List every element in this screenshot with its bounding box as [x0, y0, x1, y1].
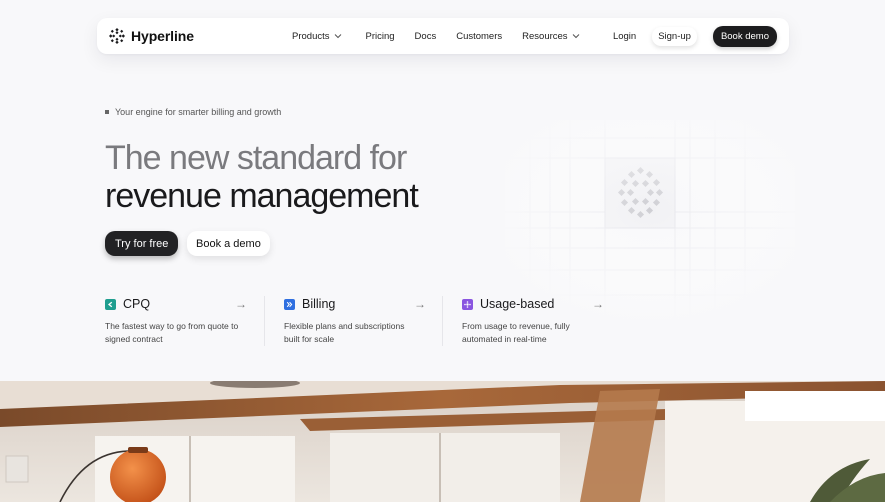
headline-line-2: revenue management: [105, 177, 419, 215]
feature-title: CPQ: [123, 297, 151, 311]
hyperline-logo-icon: [109, 28, 125, 44]
nav-links: Products Pricing Docs Customers Resource…: [292, 18, 580, 54]
eyebrow-text: Your engine for smarter billing and grow…: [115, 107, 282, 117]
nav-item-label: Pricing: [365, 30, 395, 42]
arrow-right-icon: →: [592, 297, 604, 311]
feature-title: Usage-based: [480, 297, 555, 311]
feature-header: Billing →: [284, 296, 429, 312]
square-bullet-icon: [105, 110, 109, 114]
feature-description-line: signed contract: [105, 333, 163, 344]
feature-divider: [442, 296, 443, 346]
try-for-free-button[interactable]: Try for free: [105, 231, 179, 256]
login-link[interactable]: Login: [613, 31, 636, 42]
nav-item-customers[interactable]: Customers: [456, 31, 502, 42]
feature-usage-based[interactable]: Usage-based → From usage to revenue, ful…: [462, 296, 607, 345]
hero-headline: The new standard for revenue management: [105, 139, 525, 215]
feature-description: The fastest way to go from quote to sign…: [105, 320, 250, 345]
feature-description-line: built for scale: [284, 333, 335, 344]
signup-button[interactable]: Sign-up: [652, 26, 697, 46]
feature-divider: [264, 296, 265, 346]
nav-item-products[interactable]: Products: [292, 31, 342, 42]
feature-billing[interactable]: Billing → Flexible plans and subscriptio…: [284, 296, 429, 345]
arrow-right-icon: →: [235, 297, 247, 311]
feature-description-line: From usage to revenue, fully: [462, 321, 570, 331]
feature-header: CPQ →: [105, 296, 250, 312]
arrow-right-icon: →: [414, 297, 426, 311]
nav-actions: Login Sign-up Book demo: [613, 18, 777, 54]
decorative-grid-graphic: [505, 120, 795, 320]
hero-eyebrow: Your engine for smarter billing and grow…: [105, 107, 281, 117]
feature-cpq[interactable]: CPQ → The fastest way to go from quote t…: [105, 296, 250, 345]
nav-item-label: Products: [292, 30, 330, 42]
brand-logo[interactable]: Hyperline: [109, 28, 194, 44]
chevron-down-icon: [572, 34, 579, 39]
top-navbar: Hyperline Products Pricing Docs Customer…: [97, 18, 789, 54]
book-demo-button[interactable]: Book demo: [712, 25, 777, 47]
hero-interior-photo: [0, 381, 885, 502]
nav-item-pricing[interactable]: Pricing: [366, 31, 395, 42]
feature-description-line: automated in real-time: [462, 333, 547, 344]
nav-item-resources[interactable]: Resources: [522, 31, 579, 42]
billing-icon: [284, 298, 295, 310]
book-a-demo-button[interactable]: Book a demo: [187, 231, 270, 256]
feature-description-line: Flexible plans and subscriptions: [284, 321, 405, 331]
feature-description-line: The fastest way to go from quote to: [105, 321, 239, 331]
nav-item-docs[interactable]: Docs: [415, 31, 437, 42]
chevron-down-icon: [334, 34, 341, 39]
cpq-icon: [105, 298, 116, 310]
usage-icon: [462, 298, 473, 310]
headline-line-1: The new standard for: [105, 139, 407, 177]
brand-name: Hyperline: [131, 28, 194, 44]
nav-item-label: Docs: [414, 30, 437, 42]
feature-description: From usage to revenue, fully automated i…: [462, 320, 607, 345]
feature-description: Flexible plans and subscriptions built f…: [284, 320, 429, 345]
feature-header: Usage-based →: [462, 296, 607, 312]
nav-item-label: Resources: [522, 30, 568, 42]
feature-title: Billing: [302, 297, 336, 311]
nav-item-label: Customers: [456, 30, 503, 42]
